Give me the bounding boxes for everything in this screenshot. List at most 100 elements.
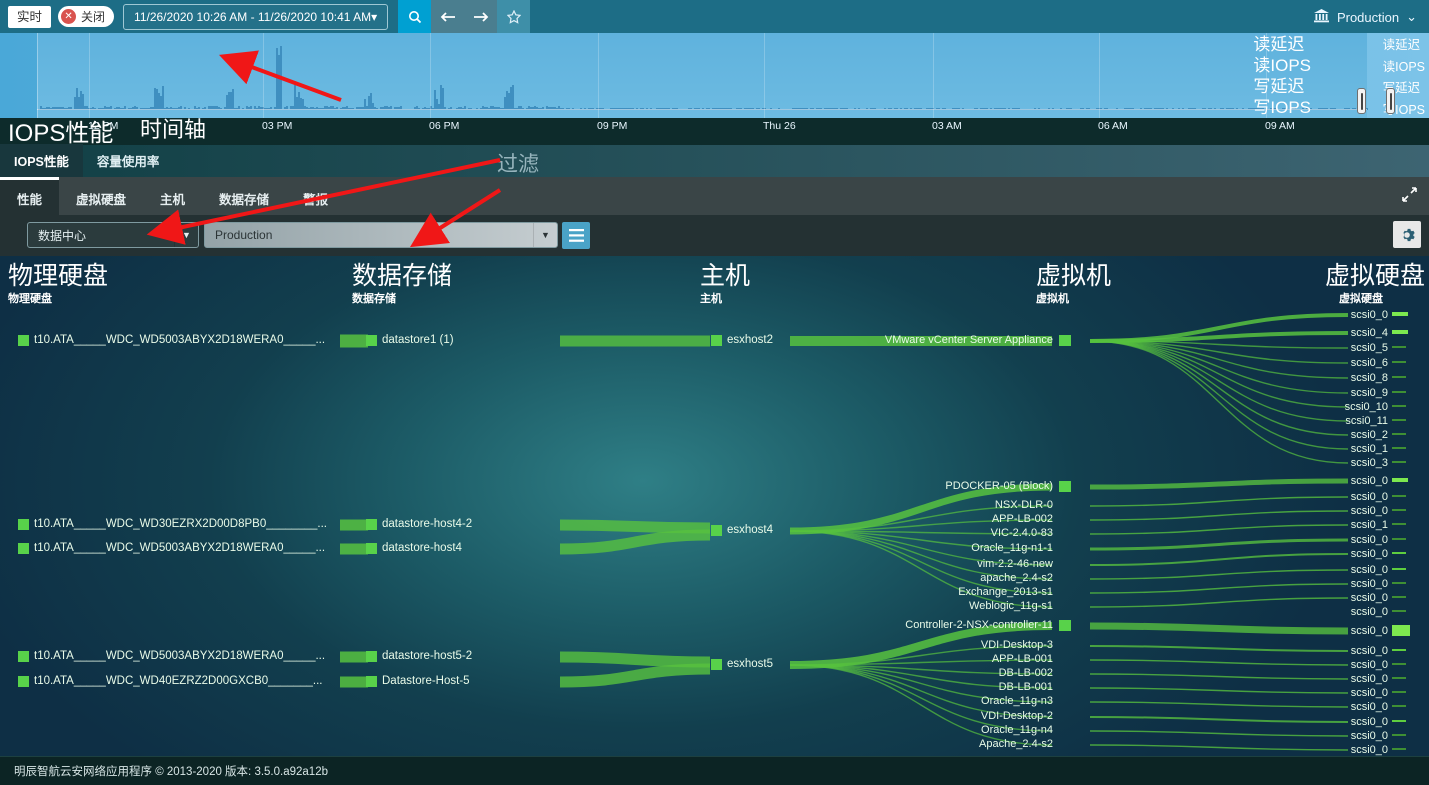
realtime-button[interactable]: 实时: [8, 5, 52, 28]
vm-node[interactable]: DB-LB-001: [999, 681, 1053, 693]
virtual-disk-node[interactable]: scsi0_0: [1351, 673, 1388, 685]
virtual-disk-node[interactable]: scsi0_0: [1351, 625, 1388, 637]
tab-secondary-2[interactable]: 主机: [143, 177, 202, 215]
expand-diagonal-icon[interactable]: [1402, 187, 1417, 206]
timeline-strip[interactable]: 读延迟 读IOPS 写延迟 写IOPS 读延迟 读IOPS 写延迟 写IOPS: [0, 33, 1429, 118]
virtual-disk-node[interactable]: scsi0_5: [1351, 342, 1388, 354]
vm-node[interactable]: Oracle_11g-n1-1: [971, 542, 1053, 554]
virtual-disk-node[interactable]: scsi0_0: [1351, 534, 1388, 546]
physical-disk-node[interactable]: t10.ATA_____WDC_WD5003ABYX2D18WERA0_____…: [18, 334, 338, 346]
host-node[interactable]: esxhost4: [711, 524, 831, 536]
datastore-node[interactable]: datastore-host4: [366, 542, 566, 554]
vm-node[interactable]: VIC-2.4.0-83: [991, 527, 1053, 539]
virtual-disk-node[interactable]: scsi0_0: [1351, 744, 1388, 756]
virtual-disk-tick: [1392, 691, 1406, 693]
annotation-timeline: 时间轴: [140, 117, 207, 142]
vm-node[interactable]: vim-2.2-46-new: [977, 558, 1053, 570]
entity-select[interactable]: Production ▼: [204, 222, 558, 248]
virtual-disk-node[interactable]: scsi0_0: [1351, 606, 1388, 618]
virtual-disk-node[interactable]: scsi0_8: [1351, 372, 1388, 384]
datacenter-select[interactable]: 数据中心 ▼: [27, 222, 199, 248]
datastore-node[interactable]: datastore-host4-2: [366, 518, 566, 530]
top-toolbar: 实时 ✕ 关闭 11/26/2020 10:26 AM - 11/26/2020…: [0, 0, 1429, 33]
virtual-disk-node[interactable]: scsi0_0: [1351, 505, 1388, 517]
datastore-node[interactable]: Datastore-Host-5: [366, 675, 566, 687]
virtual-disk-node[interactable]: scsi0_0: [1351, 659, 1388, 671]
tab-secondary-3[interactable]: 数据存储: [202, 177, 286, 215]
vm-node[interactable]: APP-LB-001: [992, 653, 1053, 665]
virtual-disk-node[interactable]: scsi0_9: [1351, 387, 1388, 399]
virtual-disk-node[interactable]: scsi0_11: [1345, 415, 1388, 427]
physical-disk-node[interactable]: t10.ATA_____WDC_WD40EZRZ2D00GXCB0_______…: [18, 675, 338, 687]
host-node[interactable]: esxhost5: [711, 658, 831, 670]
list-menu-icon[interactable]: [562, 222, 590, 249]
tab-primary-0[interactable]: IOPS性能: [0, 144, 83, 177]
virtual-disk-node[interactable]: scsi0_0: [1351, 592, 1388, 604]
timeline-plot[interactable]: [37, 33, 1368, 118]
vm-node[interactable]: VMware vCenter Server Appliance: [885, 334, 1053, 346]
physical-disk-node[interactable]: t10.ATA_____WDC_WD30EZRX2D00D8PB0_______…: [18, 518, 338, 530]
virtual-disk-node[interactable]: scsi0_0: [1351, 645, 1388, 657]
virtual-disk-node[interactable]: scsi0_0: [1351, 730, 1388, 742]
topology-canvas[interactable]: 物理硬盘 物理硬盘 数据存储 数据存储 主机 主机 虚拟机 虚拟机 虚拟硬盘 虚拟硬盘 t10.A…: [0, 256, 1429, 756]
vm-node[interactable]: NSX-DLR-0: [995, 499, 1053, 511]
timeline-axis-tick: 09 PM: [597, 120, 628, 132]
virtual-disk-node[interactable]: scsi0_0: [1351, 687, 1388, 699]
virtual-disk-node[interactable]: scsi0_0: [1351, 716, 1388, 728]
date-range-picker[interactable]: 11/26/2020 10:26 AM - 11/26/2020 10:41 A…: [123, 3, 389, 30]
range-handle-right[interactable]: [1386, 88, 1395, 114]
vm-node[interactable]: Oracle_11g-n3: [981, 695, 1053, 707]
virtual-disk-node[interactable]: scsi0_0: [1351, 548, 1388, 560]
virtual-disk-tick: [1392, 734, 1406, 736]
secondary-tabs: 性能 虚拟硬盘 主机 数据存储 警报: [0, 177, 1429, 215]
back-arrow-icon[interactable]: [431, 0, 465, 33]
gear-icon[interactable]: [1393, 221, 1421, 248]
virtual-disk-tick: [1392, 376, 1406, 378]
vm-node[interactable]: Apache_2.4-s2: [979, 738, 1053, 750]
virtual-disk-node[interactable]: scsi0_0: [1351, 564, 1388, 576]
vm-node[interactable]: Controller-2-NSX-controller-11: [905, 619, 1053, 631]
virtual-disk-node[interactable]: scsi0_0: [1351, 491, 1388, 503]
vm-node[interactable]: Exchange_2013-s1: [958, 586, 1053, 598]
status-chip: [711, 658, 722, 670]
virtual-disk-tick: [1392, 705, 1406, 707]
virtual-disk-node[interactable]: scsi0_1: [1351, 443, 1388, 455]
virtual-disk-node[interactable]: scsi0_2: [1351, 429, 1388, 441]
virtual-disk-node[interactable]: scsi0_10: [1345, 401, 1388, 413]
virtual-disk-node[interactable]: scsi0_0: [1351, 475, 1388, 487]
datastore-node[interactable]: datastore-host5-2: [366, 650, 566, 662]
vm-node[interactable]: VDI-Desktop-2: [981, 710, 1053, 722]
range-handle-left[interactable]: [1357, 88, 1366, 114]
favorite-star-icon[interactable]: [497, 0, 531, 33]
vm-node[interactable]: PDOCKER-05 (Block): [945, 480, 1053, 492]
close-button[interactable]: ✕ 关闭: [58, 6, 115, 27]
host-node[interactable]: esxhost2: [711, 334, 831, 346]
virtual-disk-node[interactable]: scsi0_4: [1351, 327, 1388, 339]
virtual-disk-node[interactable]: scsi0_0: [1351, 701, 1388, 713]
scope-selector[interactable]: Production ⌄: [1313, 8, 1417, 26]
status-chip: [366, 675, 377, 687]
virtual-disk-node[interactable]: scsi0_0: [1351, 309, 1388, 321]
vm-node[interactable]: VDI-Desktop-3: [981, 639, 1053, 651]
vm-node[interactable]: apache_2.4-s2: [980, 572, 1053, 584]
virtual-disk-node[interactable]: scsi0_3: [1351, 457, 1388, 469]
vm-node[interactable]: APP-LB-002: [992, 513, 1053, 525]
vm-node[interactable]: Weblogic_11g-s1: [969, 600, 1053, 612]
forward-arrow-icon[interactable]: [464, 0, 498, 33]
zoom-icon[interactable]: [398, 0, 432, 33]
tab-primary-1[interactable]: 容量使用率: [83, 144, 174, 177]
virtual-disk-node[interactable]: scsi0_6: [1351, 357, 1388, 369]
chevron-down-icon: ▾: [371, 9, 378, 24]
datastore-node[interactable]: datastore1 (1): [366, 334, 566, 346]
tab-secondary-0[interactable]: 性能: [0, 177, 60, 215]
virtual-disk-tick: [1392, 596, 1406, 598]
tab-secondary-4[interactable]: 警报: [286, 177, 345, 215]
primary-tabs: IOPS性能 容量使用率: [0, 144, 1429, 177]
physical-disk-node[interactable]: t10.ATA_____WDC_WD5003ABYX2D18WERA0_____…: [18, 650, 338, 662]
tab-secondary-1[interactable]: 虚拟硬盘: [59, 177, 143, 215]
vm-node[interactable]: DB-LB-002: [999, 667, 1053, 679]
virtual-disk-node[interactable]: scsi0_1: [1351, 519, 1388, 531]
virtual-disk-node[interactable]: scsi0_0: [1351, 578, 1388, 590]
physical-disk-node[interactable]: t10.ATA_____WDC_WD5003ABYX2D18WERA0_____…: [18, 542, 338, 554]
vm-node[interactable]: Oracle_11g-n4: [981, 724, 1053, 736]
